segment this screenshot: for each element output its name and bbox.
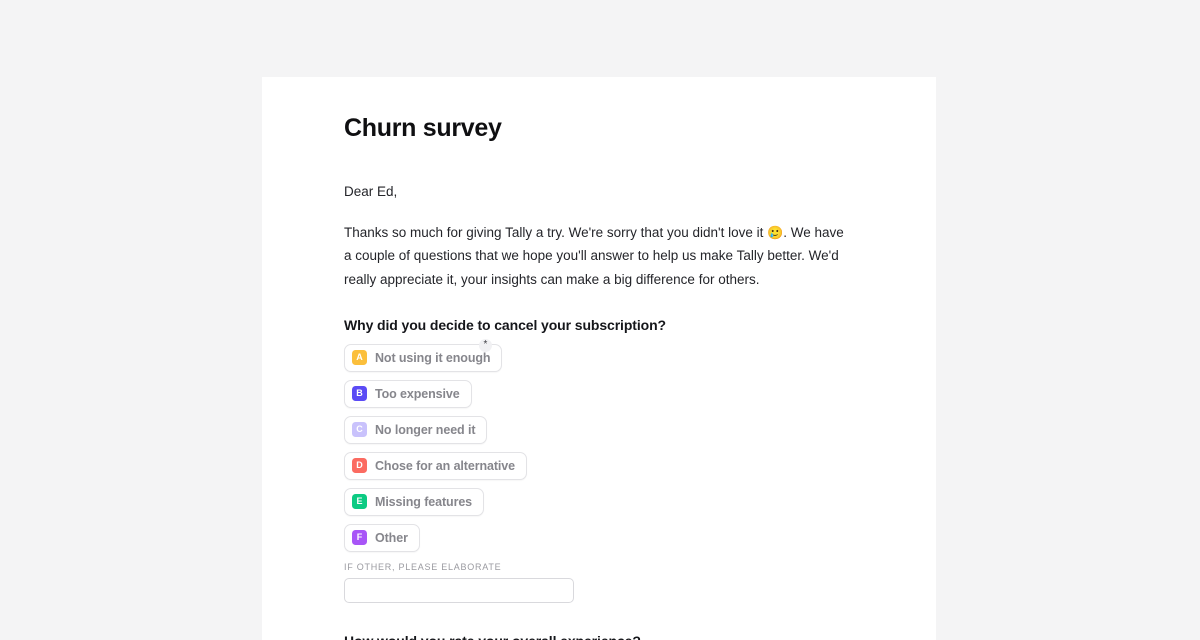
option-too-expensive[interactable]: B Too expensive [344, 379, 472, 408]
option-row: F Other [344, 523, 854, 552]
option-row: A Not using it enough * [344, 338, 854, 372]
elaborate-input[interactable] [344, 577, 574, 603]
rating-question-block: How would you rate your overall experien… [344, 633, 854, 640]
option-row: C No longer need it [344, 415, 854, 444]
option-row: B Too expensive [344, 379, 854, 408]
option-label: Not using it enough [375, 350, 491, 365]
option-no-longer-need-it[interactable]: C No longer need it [344, 415, 488, 444]
required-asterisk-badge: * [479, 338, 492, 352]
option-key-badge: A [352, 350, 367, 366]
question-cancel-title: Why did you decide to cancel your subscr… [344, 316, 667, 333]
survey-form: Churn survey Dear Ed, Thanks so much for… [262, 77, 936, 640]
option-chose-for-an-alternative[interactable]: D Chose for an alternative [344, 451, 528, 480]
option-key-badge: B [352, 386, 367, 402]
option-key-badge: E [352, 494, 367, 510]
option-key-badge: C [352, 422, 367, 438]
option-label: Too expensive [375, 386, 460, 401]
sad-face-emoji: 🥲 [767, 224, 784, 240]
option-row: D Chose for an alternative [344, 451, 854, 480]
option-key-badge: D [352, 458, 367, 474]
option-label: No longer need it [375, 422, 476, 437]
intro-paragraph: Thanks so much for giving Tally a try. W… [344, 221, 852, 291]
option-other[interactable]: F Other [344, 523, 420, 552]
elaborate-field-label: If other, please elaborate [344, 561, 502, 572]
option-label: Other [375, 530, 408, 545]
question-rating-title: How would you rate your overall experien… [344, 633, 854, 640]
page-title: Churn survey [344, 114, 502, 142]
intro-text-before: Thanks so much for giving Tally a try. W… [344, 224, 768, 240]
option-row: E Missing features [344, 487, 854, 516]
option-missing-features[interactable]: E Missing features [344, 487, 485, 516]
survey-page-canvas: Churn survey Dear Ed, Thanks so much for… [262, 77, 936, 640]
cancel-reason-options: A Not using it enough * B Too expensive … [344, 338, 854, 552]
greeting-text: Dear Ed, [344, 184, 398, 199]
option-label: Missing features [375, 494, 473, 509]
option-label: Chose for an alternative [375, 458, 516, 473]
option-key-badge: F [352, 530, 367, 546]
